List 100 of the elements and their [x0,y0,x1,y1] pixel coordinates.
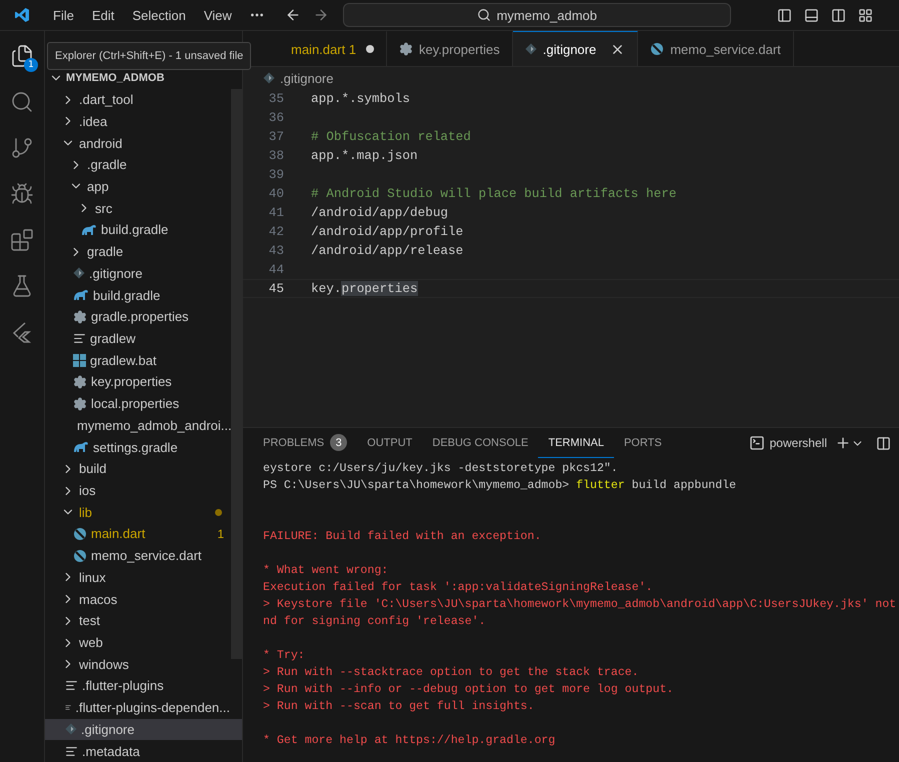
breadcrumb[interactable]: .gitignore [243,67,899,89]
explorer-item[interactable]: .gitignore [45,262,242,284]
code-text: /android/app/release [311,243,464,258]
explorer-item[interactable]: main.dart 1 [45,523,242,545]
line-number: 45 [268,281,284,296]
line-number: 41 [268,205,284,220]
unsaved-dot [366,45,374,53]
columns-icon[interactable] [830,8,846,22]
terminal-line: > Keystore file 'C:\Users\JU\sparta\homework\mymemo_admob\android\app\C:UsersJUkey.jks' not [263,597,898,613]
modified-dot [215,508,222,516]
explorer-item[interactable]: ios [45,480,242,502]
explorer-item[interactable]: gradle.properties [45,306,242,328]
explorer-title[interactable]: MYMEMO_ADMOB [45,67,242,89]
explorer-item[interactable]: .gitignore [45,718,242,740]
elephant-icon [73,441,89,454]
diamond-icon [65,723,77,736]
forward-arrow-icon[interactable] [312,7,329,23]
explorer-item[interactable]: gradlew [45,328,242,350]
explorer-item[interactable]: linux [45,566,242,588]
explorer-item[interactable]: .flutter-plugins-dependen... [45,696,242,719]
terminal-line: * What went wrong: [263,563,390,579]
code-text: # Obfuscation related [311,129,471,144]
explorer-item[interactable]: src [45,197,242,220]
menu-item[interactable]: Edit [82,8,124,22]
explorer-item[interactable]: .gradle [45,154,242,176]
terminal-shell-selector[interactable]: powershell [748,435,827,451]
line-number: 43 [268,243,284,258]
line-number: 44 [268,262,284,277]
explorer-item[interactable]: settings.gradle [45,436,242,458]
panel-bottom-icon[interactable] [804,8,819,22]
blocks-icon [10,228,34,252]
split-icon[interactable] [876,436,891,450]
explorer-item[interactable]: windows [45,653,242,676]
line-number: 39 [268,167,284,182]
terminal-line: > Run with --info or --debug option to get more log output. [263,682,674,698]
explorer-item[interactable]: gradle [45,240,242,262]
code-text: key.properties [311,281,418,296]
app-logo-icon [14,7,30,23]
menu-item[interactable]: Selection [123,8,195,22]
diamond-icon [73,267,85,280]
explorer-item[interactable]: .dart_tool [45,88,242,110]
activity-item[interactable]: 1 [0,37,44,75]
bug-icon [10,182,34,206]
tooltip: Explorer (Ctrl+Shift+E) - 1 unsaved file [47,42,252,70]
menu-item[interactable]: File [44,8,83,22]
panel-tab[interactable]: DEBUG CONSOLE [422,428,538,458]
search-icon [10,90,34,114]
diamond-icon [263,72,275,84]
gear-icon [73,374,87,389]
explorer-item[interactable]: macos [45,588,242,610]
panel-tab[interactable]: PORTS [614,428,672,458]
back-arrow-icon[interactable] [284,7,301,23]
text-lines-icon [65,679,78,692]
explorer-item[interactable]: .flutter-plugins [45,675,242,697]
branch-icon [10,136,34,160]
flutter-icon [11,321,33,343]
text-lines-icon [65,744,78,758]
code-text: # Android Studio will place build artifacts here [311,186,676,201]
explorer-item[interactable]: .metadata [45,740,242,762]
terminal-line: Execution failed for task ':app:validateSigningRelease'. [263,580,654,596]
explorer-item[interactable]: test [45,610,242,632]
code-text: /android/app/debug [311,205,448,220]
explorer-item[interactable]: build.gradle [45,284,242,306]
line-number: 38 [268,148,284,163]
explorer-item[interactable]: android [45,132,242,154]
panel-left-icon[interactable] [776,8,792,22]
menu-item[interactable]: View [194,8,241,22]
explorer-item[interactable]: .idea [45,110,242,132]
explorer-item[interactable]: build [45,458,242,480]
panel-tab[interactable]: TERMINAL [538,428,614,458]
editor-tab[interactable]: .gitignore [512,31,638,66]
line-number: 36 [268,110,284,125]
explorer-item[interactable]: local.properties [45,392,242,414]
count-badge: 1 [24,58,38,72]
explorer-item[interactable]: lib [45,501,242,524]
explorer-item[interactable]: app [45,176,242,198]
gear-icon [73,310,87,324]
add-icon[interactable] [835,435,851,451]
explorer-item[interactable]: web [45,632,242,654]
line-number: 40 [268,186,284,201]
explorer-item[interactable]: build.gradle [45,219,242,241]
layout-icon[interactable] [858,8,873,22]
diamond-icon [524,43,537,55]
search-field[interactable]: mymemo_admob [342,3,731,27]
explorer-item[interactable]: memo_service.dart [45,544,242,567]
elephant-icon [73,289,89,302]
panel-tab[interactable]: OUTPUT [357,428,422,458]
explorer-item[interactable]: mymemo_admob_androi... [45,414,242,436]
terminal-icon [748,435,765,451]
code-text: app.*.symbols [311,91,410,106]
code-text: /android/app/profile [311,224,464,239]
search-icon [476,8,491,22]
explorer-item[interactable]: key.properties [45,371,242,393]
files-icon [10,44,34,68]
count-badge: 3 [330,434,348,451]
dart-icon [650,42,664,56]
terminal-line: > Run with --scan to get full insights. [263,699,536,715]
panel-tab[interactable]: PROBLEMS 3 [253,428,358,458]
windows-icon [73,354,86,367]
explorer-item[interactable]: gradlew.bat [45,349,242,372]
